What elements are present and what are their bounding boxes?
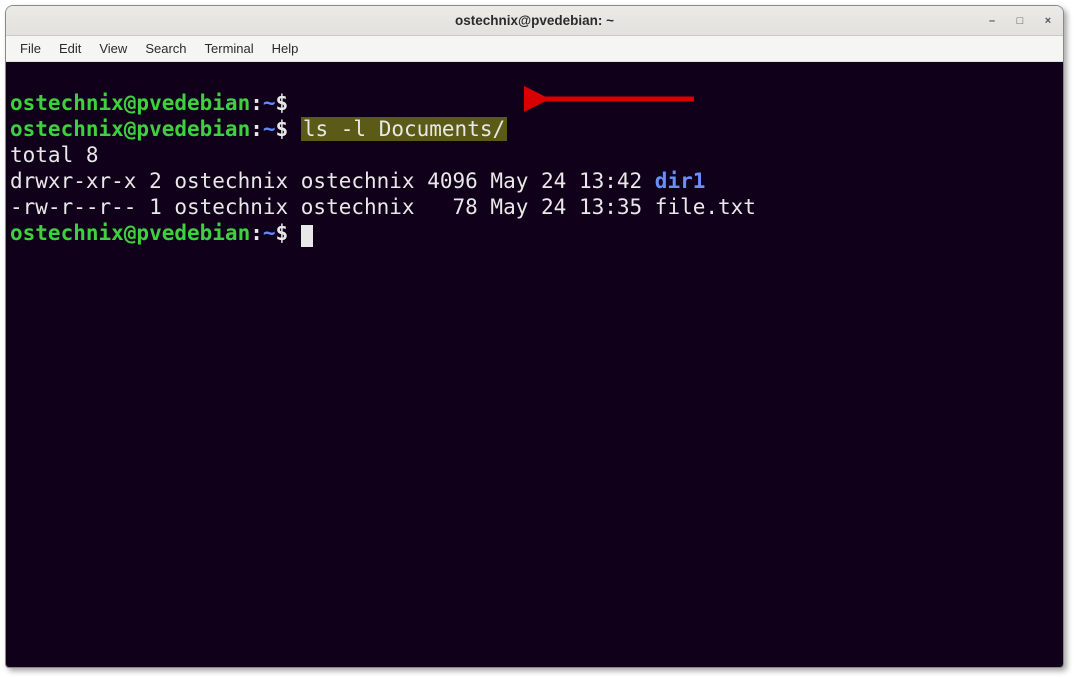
annotation-arrow-icon (524, 85, 704, 113)
menu-search[interactable]: Search (137, 39, 194, 58)
prompt-path: ~ (263, 117, 276, 141)
prompt-userhost: ostechnix@pvedebian (10, 91, 250, 115)
prompt-userhost: ostechnix@pvedebian (10, 221, 250, 245)
prompt-dollar: $ (276, 91, 289, 115)
menu-help[interactable]: Help (264, 39, 307, 58)
prompt-dollar: $ (276, 221, 289, 245)
output-total: total 8 (10, 143, 99, 167)
titlebar[interactable]: ostechnix@pvedebian: ~ – □ × (6, 6, 1063, 36)
prompt-userhost: ostechnix@pvedebian (10, 117, 250, 141)
minimize-button[interactable]: – (983, 12, 1001, 30)
prompt-path: ~ (263, 91, 276, 115)
minimize-icon: – (989, 15, 995, 27)
prompt-path: ~ (263, 221, 276, 245)
output-row-1-pre: drwxr-xr-x 2 ostechnix ostechnix 4096 Ma… (10, 169, 655, 193)
prompt-colon: : (250, 91, 263, 115)
menu-edit[interactable]: Edit (51, 39, 89, 58)
highlighted-command: ls -l Documents/ (301, 117, 507, 141)
window-controls: – □ × (983, 6, 1057, 35)
menu-terminal[interactable]: Terminal (197, 39, 262, 58)
maximize-button[interactable]: □ (1011, 12, 1029, 30)
output-row-2: -rw-r--r-- 1 ostechnix ostechnix 78 May … (10, 195, 756, 219)
cursor-block (301, 225, 313, 247)
close-icon: × (1045, 15, 1051, 27)
menu-view[interactable]: View (91, 39, 135, 58)
menubar: File Edit View Search Terminal Help (6, 36, 1063, 62)
maximize-icon: □ (1017, 15, 1024, 27)
prompt-colon: : (250, 117, 263, 141)
output-row-1-name: dir1 (655, 169, 706, 193)
menu-file[interactable]: File (12, 39, 49, 58)
prompt-colon: : (250, 221, 263, 245)
window-title: ostechnix@pvedebian: ~ (455, 13, 614, 28)
close-button[interactable]: × (1039, 12, 1057, 30)
prompt-dollar: $ (276, 117, 289, 141)
terminal-body[interactable]: ostechnix@pvedebian:~$ ostechnix@pvedebi… (6, 62, 1063, 667)
terminal-window: ostechnix@pvedebian: ~ – □ × File Edit V… (5, 5, 1064, 668)
